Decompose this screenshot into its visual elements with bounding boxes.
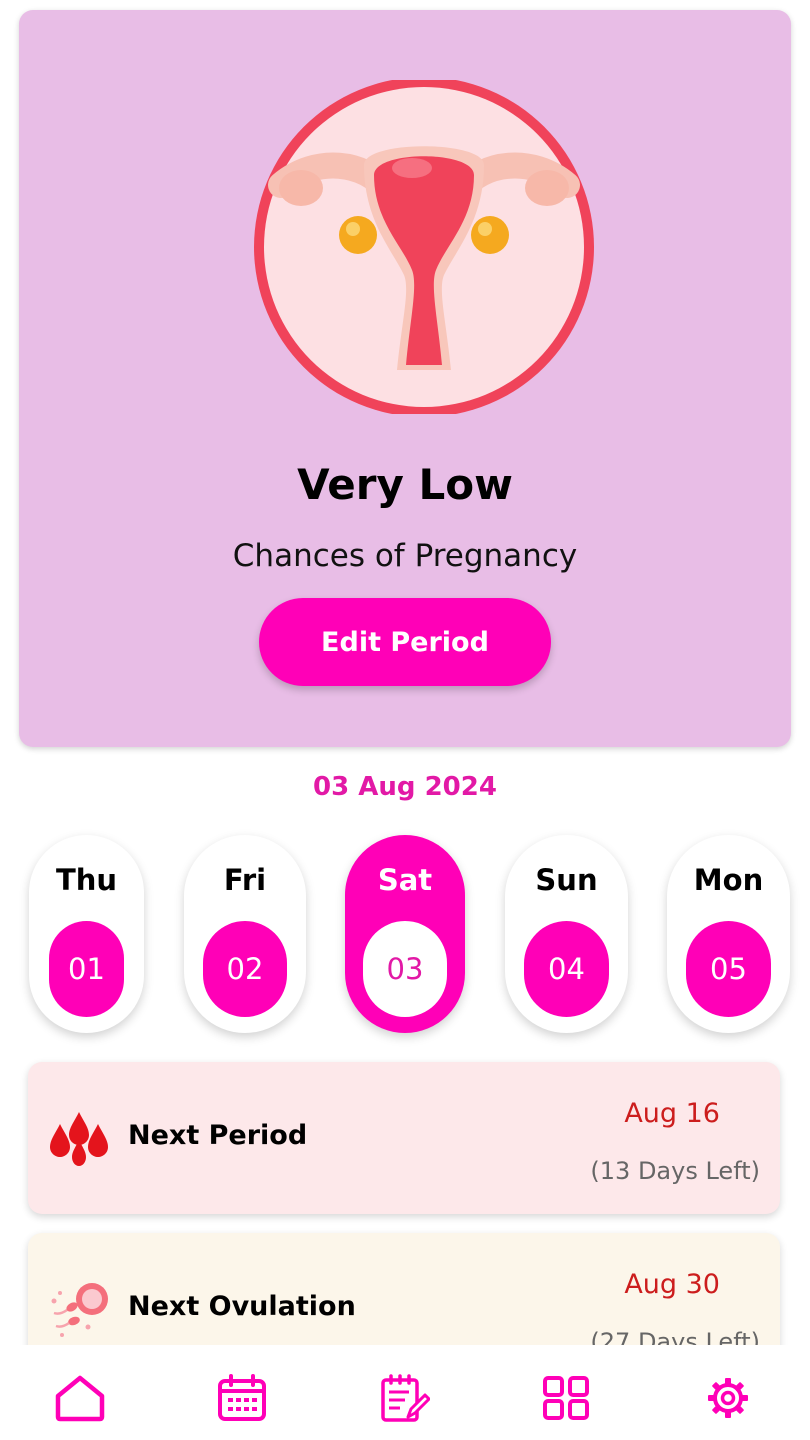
uterus-illustration xyxy=(254,80,594,414)
nav-settings[interactable] xyxy=(699,1372,757,1424)
selected-date: 03 Aug 2024 xyxy=(313,772,497,802)
settings-icon xyxy=(708,1378,748,1418)
grid-icon xyxy=(543,1376,589,1420)
day-chip-sun[interactable]: Sun 04 xyxy=(505,835,628,1033)
ovulation-icon xyxy=(51,1283,108,1337)
pregnancy-chance-card: Very Low Chances of Pregnancy Edit Perio… xyxy=(19,10,791,747)
calendar-icon xyxy=(218,1374,266,1421)
next-ovulation-title: Next Ovulation xyxy=(128,1291,356,1322)
day-chip-fri[interactable]: Fri 02 xyxy=(184,835,306,1033)
day-number: 01 xyxy=(49,921,124,1017)
app-screen: Very Low Chances of Pregnancy Edit Perio… xyxy=(0,0,810,1440)
day-name: Sat xyxy=(377,863,433,897)
day-number: 05 xyxy=(686,921,771,1017)
home-icon xyxy=(55,1375,105,1422)
blood-drops-icon xyxy=(50,1112,108,1166)
next-period-days-left: (13 Days Left) xyxy=(590,1157,760,1185)
day-name: Thu xyxy=(55,863,118,897)
notes-edit-icon xyxy=(381,1374,430,1422)
day-chip-mon[interactable]: Mon 05 xyxy=(667,835,790,1033)
day-number: 02 xyxy=(203,921,287,1017)
next-period-title: Next Period xyxy=(128,1120,308,1151)
nav-calendar[interactable] xyxy=(213,1372,271,1424)
next-ovulation-date: Aug 30 xyxy=(624,1269,720,1300)
pregnancy-chance-label: Chances of Pregnancy xyxy=(232,538,578,574)
edit-period-button[interactable]: Edit Period xyxy=(259,598,551,686)
nav-notes[interactable] xyxy=(375,1372,433,1424)
pregnancy-chance-level: Very Low xyxy=(297,460,513,509)
next-period-card[interactable]: Next Period Aug 16 (13 Days Left) xyxy=(28,1062,780,1214)
day-name: Mon xyxy=(693,863,764,897)
nav-grid[interactable] xyxy=(537,1372,595,1424)
day-chip-thu[interactable]: Thu 01 xyxy=(29,835,144,1033)
nav-home[interactable] xyxy=(51,1372,109,1424)
day-chip-sat[interactable]: Sat 03 xyxy=(345,835,465,1033)
day-number: 03 xyxy=(363,921,447,1017)
day-number: 04 xyxy=(524,921,609,1017)
bottom-navigation xyxy=(0,1345,810,1440)
day-name: Sun xyxy=(535,863,598,897)
next-period-date: Aug 16 xyxy=(624,1098,720,1129)
day-name: Fri xyxy=(223,863,267,897)
